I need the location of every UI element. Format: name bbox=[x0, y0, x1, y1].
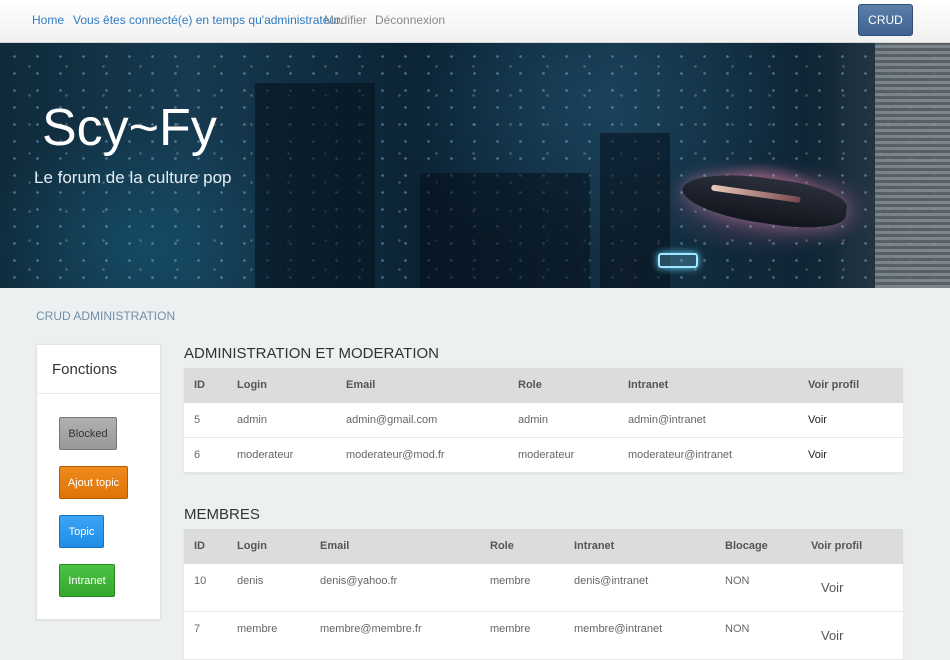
members-table: ID Login Email Role Intranet Blocage Voi… bbox=[184, 529, 903, 660]
cell-id: 5 bbox=[194, 414, 201, 426]
cell-id: 10 bbox=[194, 575, 207, 587]
crud-button[interactable]: CRUD bbox=[858, 4, 913, 36]
cell-email: membre@membre.fr bbox=[320, 623, 422, 635]
cell-login: admin bbox=[237, 414, 267, 426]
column-header-id: ID bbox=[194, 540, 205, 552]
column-header-voir-profil: Voir profil bbox=[808, 379, 860, 391]
cell-email: moderateur@mod.fr bbox=[346, 449, 445, 461]
hero-side-panel bbox=[875, 43, 950, 288]
column-header-blocage: Blocage bbox=[725, 540, 768, 552]
admin-table-title: ADMINISTRATION ET MODERATION bbox=[184, 345, 440, 362]
hero-banner: Scy~Fy Le forum de la culture pop bbox=[0, 43, 950, 288]
cell-login: membre bbox=[237, 623, 278, 635]
column-header-email: Email bbox=[346, 379, 376, 391]
nav-logout-link[interactable]: Déconnexion bbox=[375, 13, 445, 27]
column-header-role: Role bbox=[490, 540, 514, 552]
column-header-intranet: Intranet bbox=[574, 540, 615, 552]
column-header-role: Role bbox=[518, 379, 542, 391]
cell-blocage: NON bbox=[725, 575, 750, 587]
table-header: ID Login Email Role Intranet Voir profil bbox=[184, 368, 903, 403]
intranet-button[interactable]: Intranet bbox=[59, 564, 115, 597]
nav-modifier-link[interactable]: Modifier bbox=[324, 13, 367, 27]
members-table-title: MEMBRES bbox=[184, 506, 260, 523]
admin-table: ID Login Email Role Intranet Voir profil… bbox=[184, 368, 903, 473]
column-header-login: Login bbox=[237, 540, 267, 552]
top-navbar: Home Vous êtes connecté(e) en temps qu'a… bbox=[0, 0, 950, 43]
table-header: ID Login Email Role Intranet Blocage Voi… bbox=[184, 529, 903, 564]
page-section-label: CRUD ADMINISTRATION bbox=[36, 309, 176, 323]
cell-id: 6 bbox=[194, 449, 201, 461]
column-header-login: Login bbox=[237, 379, 267, 391]
sidebar-title: Fonctions bbox=[37, 345, 160, 394]
voir-profile-link[interactable]: Voir bbox=[808, 414, 827, 426]
site-subtitle: Le forum de la culture pop bbox=[34, 168, 232, 187]
add-topic-button[interactable]: Ajout topic bbox=[59, 466, 128, 499]
table-row: 7 membre membre@membre.fr membre membre@… bbox=[184, 612, 903, 660]
cell-email: denis@yahoo.fr bbox=[320, 575, 398, 587]
column-header-voir-profil: Voir profil bbox=[811, 540, 863, 552]
table-row: 6 moderateur moderateur@mod.fr moderateu… bbox=[184, 438, 903, 473]
nav-connected-status-link[interactable]: Vous êtes connecté(e) en temps qu'admini… bbox=[73, 13, 343, 27]
cell-intranet: denis@intranet bbox=[574, 575, 649, 587]
hero-neon-sign bbox=[658, 253, 698, 268]
voir-profile-link[interactable]: Voir bbox=[821, 628, 843, 643]
site-title: Scy~Fy bbox=[42, 99, 217, 157]
cell-intranet: moderateur@intranet bbox=[628, 449, 733, 461]
column-header-id: ID bbox=[194, 379, 205, 391]
cell-login: moderateur bbox=[237, 449, 294, 461]
cell-blocage: NON bbox=[725, 623, 750, 635]
cell-role: admin bbox=[518, 414, 548, 426]
voir-profile-link[interactable]: Voir bbox=[808, 449, 827, 461]
topic-button[interactable]: Topic bbox=[59, 515, 104, 548]
cell-email: admin@gmail.com bbox=[346, 414, 438, 426]
table-row: 5 admin admin@gmail.com admin admin@intr… bbox=[184, 403, 903, 438]
column-header-email: Email bbox=[320, 540, 350, 552]
cell-role: membre bbox=[490, 623, 531, 635]
column-header-intranet: Intranet bbox=[628, 379, 669, 391]
blocked-button[interactable]: Blocked bbox=[59, 417, 117, 450]
cell-login: denis bbox=[237, 575, 264, 587]
cell-id: 7 bbox=[194, 623, 201, 635]
cell-role: membre bbox=[490, 575, 531, 587]
table-row: 10 denis denis@yahoo.fr membre denis@int… bbox=[184, 564, 903, 612]
cell-role: moderateur bbox=[518, 449, 575, 461]
cell-intranet: admin@intranet bbox=[628, 414, 706, 426]
hero-building-shape bbox=[255, 83, 375, 288]
functions-sidebar: Fonctions Blocked Ajout topic Topic Intr… bbox=[36, 344, 161, 620]
voir-profile-link[interactable]: Voir bbox=[821, 580, 843, 595]
cell-intranet: membre@intranet bbox=[574, 623, 663, 635]
nav-home-link[interactable]: Home bbox=[32, 13, 64, 27]
hero-building-shape bbox=[420, 173, 590, 288]
